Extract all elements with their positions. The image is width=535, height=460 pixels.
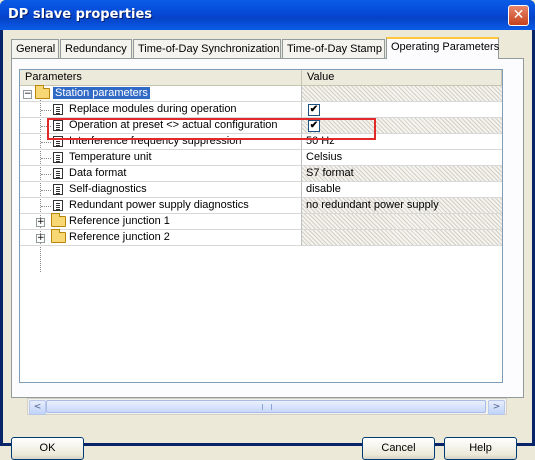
value-text: S7 format — [306, 167, 354, 179]
parameter-icon — [53, 104, 63, 115]
parameter-grid: Parameters Value − Station parameters Re… — [19, 69, 503, 383]
scroll-right-arrow[interactable]: > — [488, 400, 505, 415]
table-row[interactable]: + Reference junction 1 — [20, 213, 502, 230]
value-cell[interactable]: disable — [302, 182, 502, 198]
value-cell — [302, 86, 502, 102]
table-row[interactable]: Replace modules during operation ✔ — [20, 102, 502, 118]
collapse-icon[interactable]: − — [23, 90, 32, 99]
column-header-label: Value — [307, 71, 335, 83]
param-label: Station parameters — [53, 87, 150, 99]
param-cell: Self-diagnostics — [20, 182, 302, 198]
table-row[interactable]: + Reference junction 2 — [20, 229, 502, 246]
table-row[interactable]: Temperature unit Celsius — [20, 150, 502, 166]
cancel-button[interactable]: Cancel — [362, 437, 435, 460]
tree-line — [41, 158, 51, 159]
folder-icon — [51, 213, 66, 227]
tab-general[interactable]: General — [11, 39, 59, 58]
expand-icon[interactable]: + — [36, 234, 45, 243]
value-cell — [302, 214, 502, 230]
horizontal-scrollbar[interactable]: < > — [27, 398, 507, 415]
param-label: Self-diagnostics — [69, 183, 147, 195]
value-cell[interactable]: ✔ — [302, 102, 502, 118]
grip-icon — [262, 404, 272, 410]
param-label: Redundant power supply diagnostics — [69, 199, 249, 211]
tree-line — [41, 142, 51, 143]
parameter-icon — [53, 200, 63, 211]
value-text: no redundant power supply — [306, 199, 439, 211]
arrow-right-icon: > — [492, 402, 501, 412]
table-row[interactable]: − Station parameters — [20, 85, 502, 102]
param-label: Temperature unit — [69, 151, 152, 163]
tab-operating-parameters[interactable]: Operating Parameters — [386, 37, 499, 59]
dialog-window: DP slave properties ✕ General Redundancy… — [0, 0, 535, 460]
scroll-thumb[interactable] — [46, 400, 486, 413]
expand-icon[interactable]: + — [36, 218, 45, 227]
arrow-left-icon: < — [33, 402, 42, 412]
table-row[interactable]: Data format S7 format — [20, 166, 502, 182]
tree-line — [41, 190, 51, 191]
param-cell: Temperature unit — [20, 150, 302, 166]
tree-line — [41, 174, 51, 175]
close-icon: ✕ — [512, 7, 525, 23]
tab-label: Time-of-Day Stamp — [287, 43, 382, 55]
column-header-parameters[interactable]: Parameters — [20, 70, 302, 86]
tab-redundancy[interactable]: Redundancy — [60, 39, 132, 58]
param-cell: + Reference junction 1 — [20, 213, 302, 230]
highlight-box — [47, 118, 376, 140]
param-cell: Replace modules during operation — [20, 102, 302, 118]
tree-line — [41, 110, 51, 111]
folder-open-icon — [35, 85, 50, 99]
value-cell[interactable]: S7 format — [302, 166, 502, 182]
value-text: disable — [306, 183, 341, 195]
help-button[interactable]: Help — [444, 437, 517, 460]
column-header-label: Parameters — [25, 71, 82, 83]
value-checkbox[interactable]: ✔ — [308, 104, 320, 116]
window-title: DP slave properties — [8, 7, 153, 22]
tab-label: General — [16, 43, 56, 55]
value-cell[interactable]: no redundant power supply — [302, 198, 502, 214]
close-button[interactable]: ✕ — [508, 5, 529, 26]
param-label: Replace modules during operation — [69, 103, 237, 115]
param-cell: − Station parameters — [20, 85, 302, 102]
scroll-left-arrow[interactable]: < — [29, 400, 46, 415]
value-cell[interactable]: Celsius — [302, 150, 502, 166]
parameter-icon — [53, 184, 63, 195]
parameter-icon — [53, 168, 63, 179]
tab-label: Time-of-Day Synchronization — [138, 43, 280, 55]
title-bar[interactable]: DP slave properties ✕ — [0, 0, 535, 30]
value-cell — [302, 230, 502, 246]
value-text: Celsius — [306, 151, 343, 163]
table-row[interactable]: Redundant power supply diagnostics no re… — [20, 198, 502, 214]
tab-time-of-day-synchronization[interactable]: Time-of-Day Synchronization — [133, 39, 281, 58]
table-row[interactable]: Self-diagnostics disable — [20, 182, 502, 198]
column-header-value[interactable]: Value — [302, 70, 502, 86]
param-label: Reference junction 1 — [69, 215, 170, 227]
param-cell: + Reference junction 2 — [20, 229, 302, 246]
param-cell: Data format — [20, 166, 302, 182]
param-label: Data format — [69, 167, 127, 179]
folder-icon — [51, 229, 66, 243]
tab-label: Operating Parameters — [391, 41, 500, 53]
tab-time-of-day-stamp[interactable]: Time-of-Day Stamp — [282, 39, 385, 58]
ok-button[interactable]: OK — [11, 437, 84, 460]
param-label: Reference junction 2 — [69, 231, 170, 243]
param-cell: Redundant power supply diagnostics — [20, 198, 302, 214]
tree-line — [41, 206, 51, 207]
parameter-icon — [53, 152, 63, 163]
tab-label: Redundancy — [65, 43, 127, 55]
dialog-client: General Redundancy Time-of-Day Synchroni… — [3, 30, 532, 460]
